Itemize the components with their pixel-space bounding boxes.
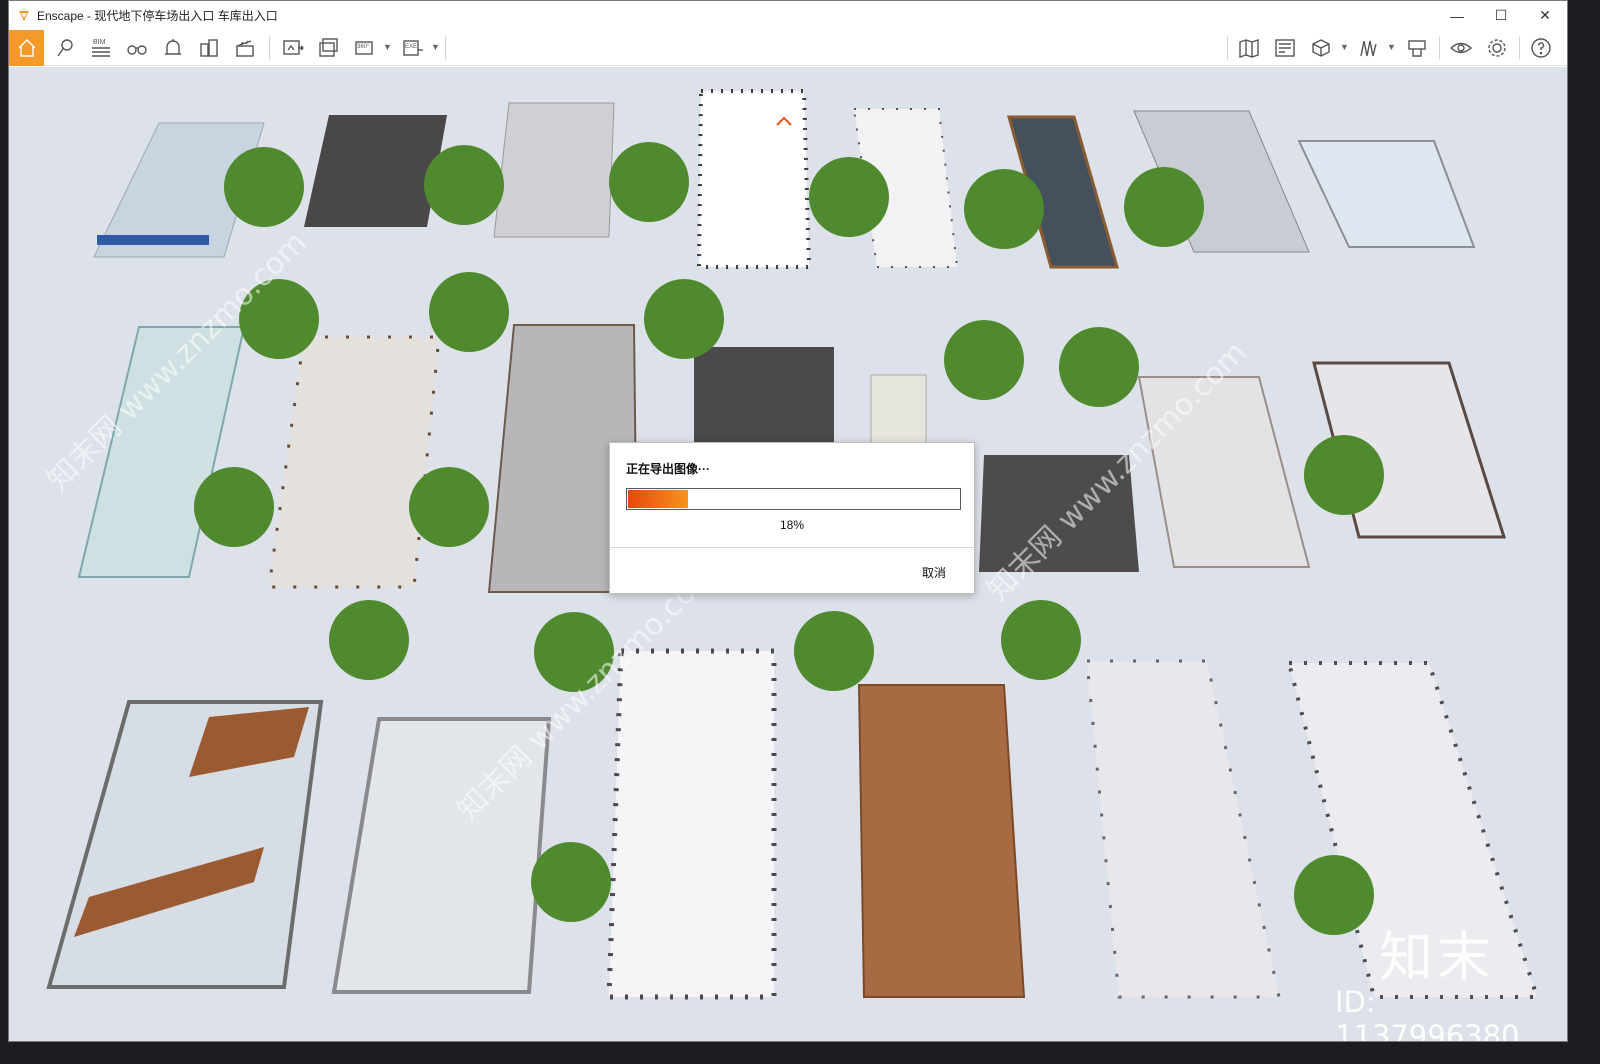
cube-icon[interactable] — [1305, 32, 1337, 64]
panorama-dropdown-icon[interactable]: ▼ — [383, 42, 392, 52]
export-progress-fill — [628, 490, 688, 508]
binoculars-icon[interactable] — [121, 32, 153, 64]
map-icon[interactable] — [1233, 32, 1265, 64]
close-icon[interactable]: ✕ — [1523, 1, 1567, 30]
collapse-toolbar-chevron-icon[interactable] — [775, 115, 793, 127]
bim-icon[interactable]: BIM — [85, 32, 117, 64]
screenshot-icon[interactable] — [277, 32, 309, 64]
title-bar: Enscape - 现代地下停车场出入口 车库出入口 — ☐ ✕ — [9, 1, 1567, 30]
window-controls: — ☐ ✕ — [1435, 1, 1567, 30]
light-view-dropdown-icon[interactable]: ▼ — [1387, 42, 1396, 52]
exe-label: EXE — [405, 44, 417, 50]
panorama-360-icon[interactable]: 360° — [349, 32, 381, 64]
watermark-id: ID: 1137996380 — [1335, 985, 1520, 1041]
watermark-brand: 知末 — [1379, 926, 1495, 989]
asset-library-icon[interactable] — [1269, 32, 1301, 64]
location-pin-icon[interactable] — [49, 32, 81, 64]
bell-icon[interactable] — [157, 32, 189, 64]
dialog-title: 正在导出图像··· — [626, 462, 710, 476]
material-editor-icon[interactable] — [1401, 32, 1433, 64]
buildings-icon[interactable] — [193, 32, 225, 64]
cube-dropdown-icon[interactable]: ▼ — [1340, 42, 1349, 52]
clapperboard-icon[interactable] — [229, 32, 261, 64]
toolbar-separator — [1519, 36, 1520, 60]
toolbar-separator — [1227, 36, 1228, 60]
visual-settings-icon[interactable] — [1445, 32, 1477, 64]
export-progress-bar — [626, 488, 961, 510]
cancel-button[interactable]: 取消 — [922, 564, 946, 581]
pano-label: 360° — [357, 44, 370, 50]
toolbar-separator — [445, 36, 446, 60]
help-icon[interactable] — [1525, 32, 1557, 64]
light-view-icon[interactable] — [1353, 32, 1385, 64]
export-dropdown-icon[interactable]: ▼ — [431, 42, 440, 52]
export-exe-icon[interactable]: EXE — [397, 32, 429, 64]
enscape-logo-icon — [19, 10, 29, 21]
progress-percent: 18% — [779, 518, 805, 532]
main-toolbar: BIM 360° ▼ EXE ▼ ▼ ▼ — [9, 30, 1567, 66]
toolbar-separator — [269, 36, 270, 60]
dialog-divider — [610, 547, 974, 548]
settings-gear-icon[interactable] — [1481, 32, 1513, 64]
home-icon[interactable] — [9, 30, 44, 66]
maximize-icon[interactable]: ☐ — [1479, 1, 1523, 30]
export-progress-dialog: 正在导出图像··· 18% 取消 — [609, 442, 975, 594]
bim-label: BIM — [93, 39, 106, 46]
enscape-window: Enscape - 现代地下停车场出入口 车库出入口 — ☐ ✕ BIM 360… — [8, 0, 1568, 1042]
window-title: Enscape - 现代地下停车场出入口 车库出入口 — [37, 9, 278, 23]
batch-render-icon[interactable] — [313, 32, 345, 64]
minimize-icon[interactable]: — — [1435, 1, 1479, 30]
toolbar-separator — [1439, 36, 1440, 60]
